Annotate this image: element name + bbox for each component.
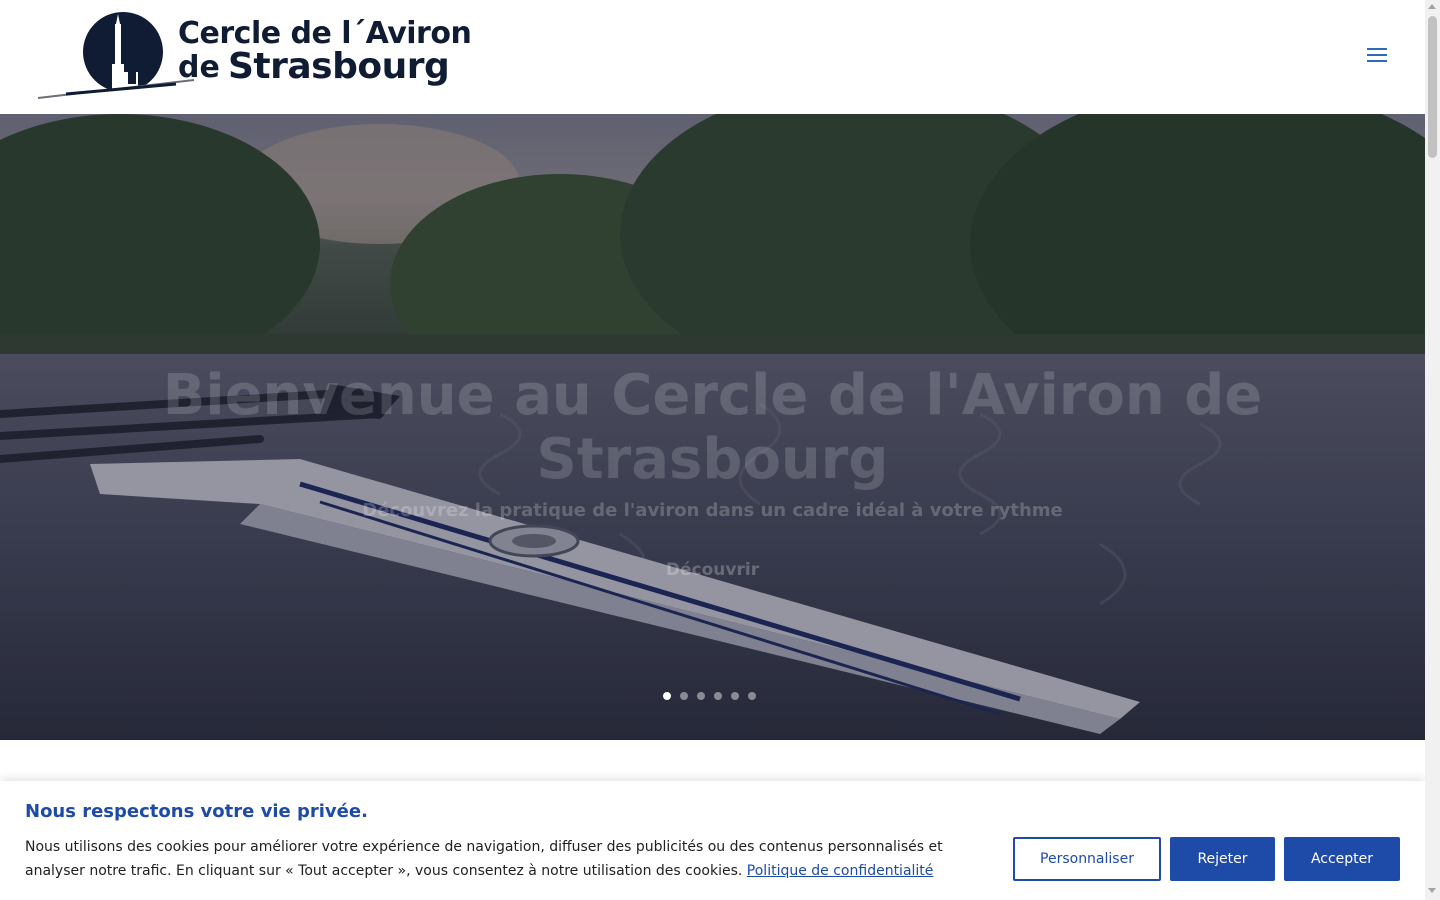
- slider-dot-5[interactable]: [731, 692, 739, 700]
- slider-dot-4[interactable]: [714, 692, 722, 700]
- slider-dot-1[interactable]: [663, 692, 671, 700]
- slider-dot-6[interactable]: [748, 692, 756, 700]
- slider-dot-3[interactable]: [697, 692, 705, 700]
- scrollbar-thumb[interactable]: [1428, 16, 1437, 158]
- reject-button[interactable]: Rejeter: [1170, 837, 1275, 881]
- logo-line-2-prefix: de: [178, 50, 220, 85]
- customize-button[interactable]: Personnaliser: [1013, 837, 1161, 881]
- hero-subtitle: Découvrez la pratique de l'aviron dans u…: [362, 500, 1063, 521]
- accept-button[interactable]: Accepter: [1284, 837, 1400, 881]
- site-header: Cercle de l´Aviron de Strasbourg: [0, 0, 1425, 114]
- privacy-policy-link[interactable]: Politique de confidentialité: [747, 863, 934, 879]
- hamburger-menu-icon[interactable]: [1364, 44, 1390, 68]
- cookie-consent-banner: Nous respectons votre vie privée. Nous u…: [0, 781, 1425, 900]
- slider-dot-2[interactable]: [680, 692, 688, 700]
- slider-pagination: [663, 692, 763, 702]
- scroll-down-arrow-icon[interactable]: [1428, 888, 1436, 893]
- cookie-banner-title: Nous respectons votre vie privée.: [25, 801, 368, 822]
- rower-church-emblem-icon: [37, 12, 195, 99]
- logo-line-2-city: Strasbourg: [228, 46, 450, 87]
- page-scrollbar[interactable]: [1425, 0, 1440, 900]
- discover-button[interactable]: Découvrir: [640, 552, 785, 588]
- hero-title: Bienvenue au Cercle de l'Aviron de Stras…: [162, 363, 1263, 492]
- cookie-banner-text: Nous utilisons des cookies pour améliore…: [25, 835, 985, 883]
- page: Cercle de l´Aviron de Strasbourg Bienven…: [0, 0, 1440, 900]
- scroll-up-arrow-icon[interactable]: [1428, 4, 1436, 9]
- hero-slider: Bienvenue au Cercle de l'Aviron de Stras…: [0, 114, 1425, 740]
- site-logo[interactable]: Cercle de l´Aviron de Strasbourg: [36, 10, 472, 104]
